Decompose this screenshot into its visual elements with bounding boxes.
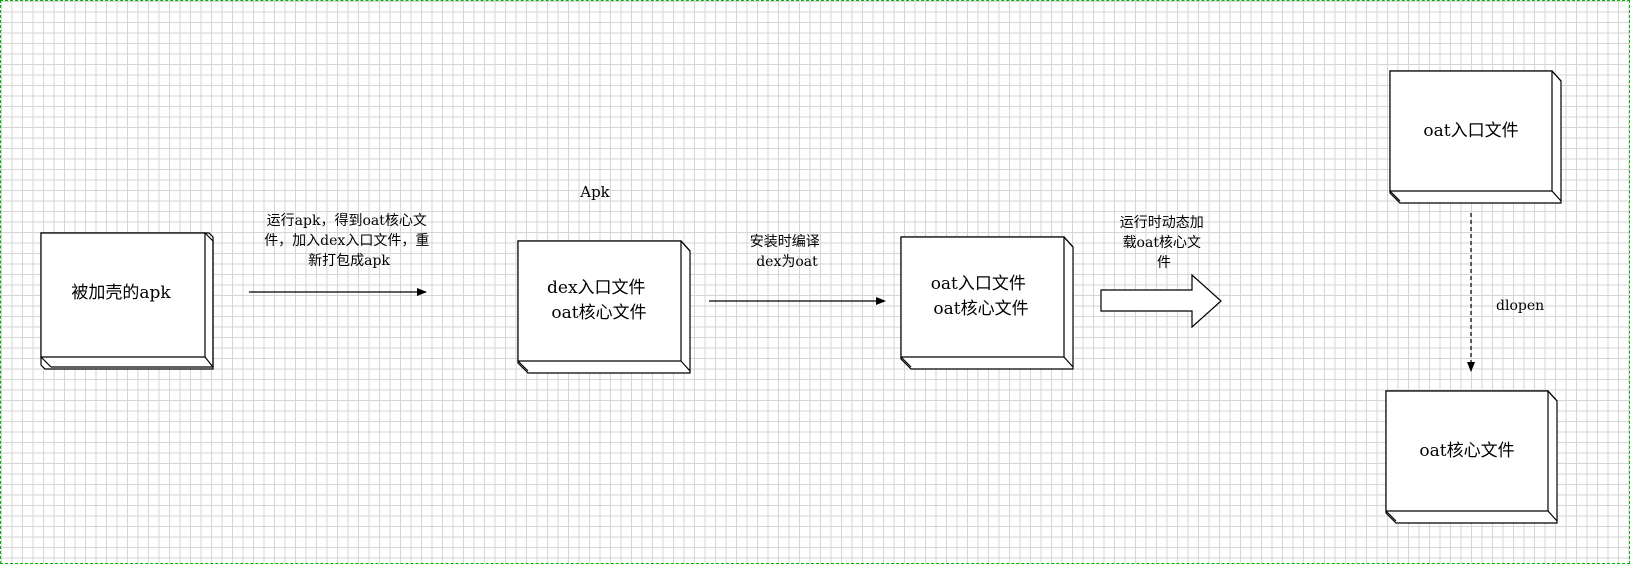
edge-runtime-load: 运行时动态加 载oat核心文 件 (1100, 215, 1222, 329)
edge-install-compile: 安装时编译 dex为oat (709, 234, 886, 305)
node-oat-core-label: oat核心文件 (1419, 441, 1514, 461)
node-installed[interactable]: oat入口文件 oat核心文件 (900, 236, 1074, 370)
node-oat-entry[interactable]: oat入口文件 (1389, 70, 1562, 204)
node-oat-core[interactable]: oat核心文件 (1385, 390, 1558, 524)
edge-dlopen: dlopen (1467, 213, 1544, 372)
block-arrow-runtime-load (1100, 273, 1222, 329)
apk-title: Apk (579, 183, 610, 201)
edge-run-apk-label: 运行apk，得到oat核心文 件，加入dex入口文件，重 新打包成apk (264, 212, 434, 269)
node-apk-contents[interactable]: dex入口文件 oat核心文件 (517, 240, 691, 374)
diagram-svg: Apk 被加壳的apk 运行apk，得到oat核心文 件，加入dex入口文件，重… (40, 70, 1562, 524)
edge-run-apk: 运行apk，得到oat核心文 件，加入dex入口文件，重 新打包成apk (249, 212, 434, 296)
diagram-canvas: Apk 被加壳的apk 运行apk，得到oat核心文 件，加入dex入口文件，重… (0, 0, 1630, 564)
node-oat-entry-label: oat入口文件 (1423, 121, 1518, 141)
edge-runtime-load-label: 运行时动态加 载oat核心文 件 (1120, 215, 1208, 271)
node-packed-apk-label: 被加壳的apk (71, 283, 171, 303)
edge-install-compile-label: 安装时编译 dex为oat (750, 234, 824, 270)
edge-dlopen-label: dlopen (1496, 298, 1544, 314)
node-packed-apk[interactable]: 被加壳的apk (40, 232, 214, 370)
